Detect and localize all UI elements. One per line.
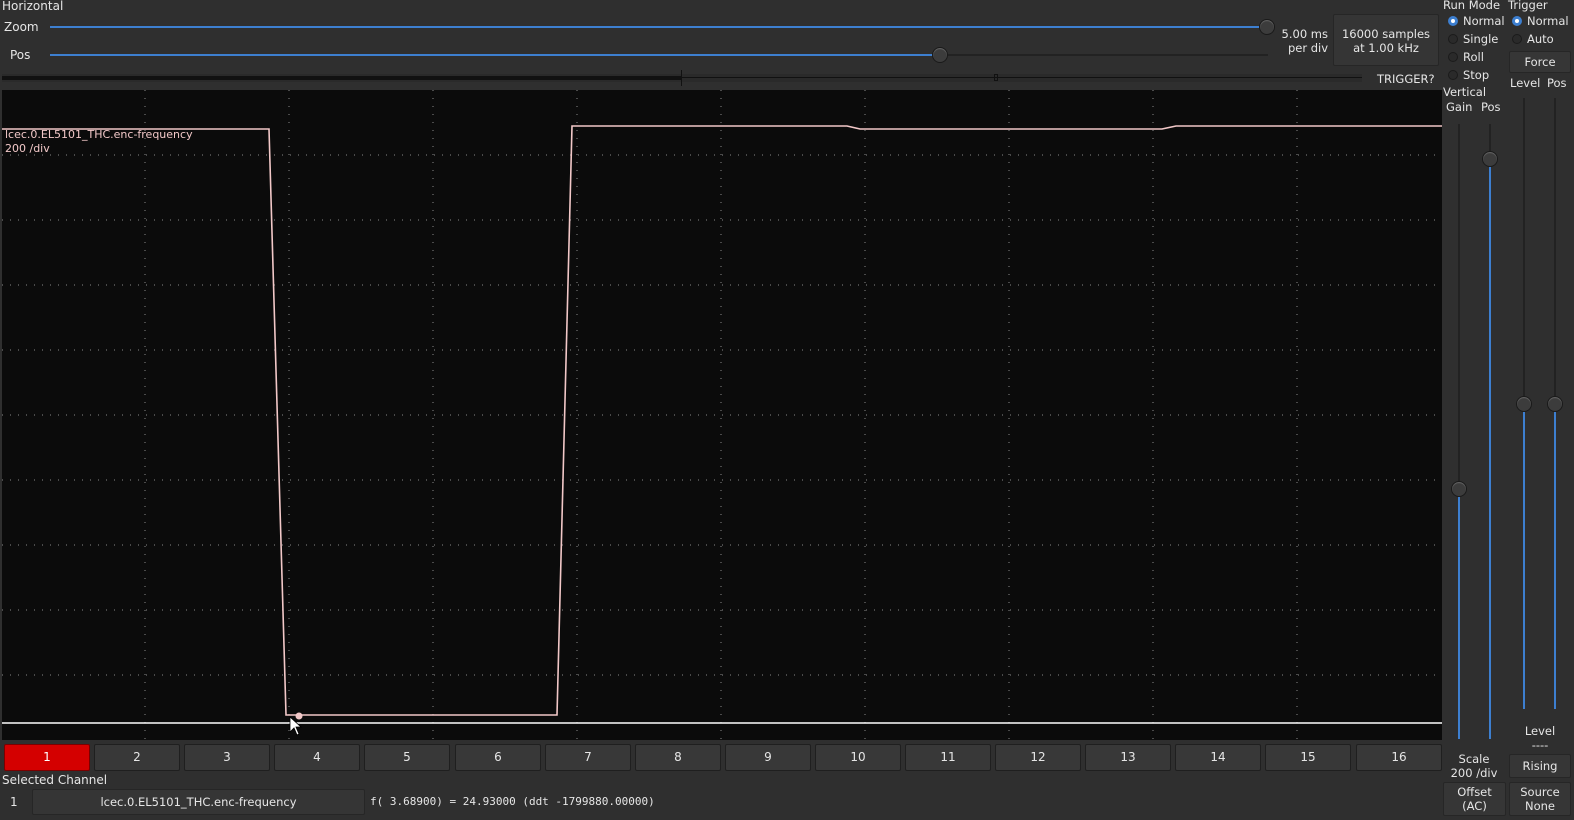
samples-count: 16000 samples xyxy=(1341,27,1431,41)
selected-channel-name-button[interactable]: lcec.0.EL5101_THC.enc-frequency xyxy=(32,789,365,815)
channel-button-4[interactable]: 4 xyxy=(274,744,360,771)
run-mode-roll-label: Roll xyxy=(1463,50,1484,64)
channel-button-11[interactable]: 11 xyxy=(905,744,991,771)
timebase-unit: per div xyxy=(1287,41,1328,55)
radio-icon xyxy=(1448,70,1458,80)
pos-slider-handle[interactable] xyxy=(932,47,948,63)
trigger-normal-label: Normal xyxy=(1527,14,1569,28)
radio-selected-icon xyxy=(1448,16,1458,26)
gain-slider-handle[interactable] xyxy=(1451,481,1467,497)
scale-value: 200 /div xyxy=(1450,766,1498,780)
channel-button-13[interactable]: 13 xyxy=(1085,744,1171,771)
trigger-mode-normal[interactable]: Normal xyxy=(1512,14,1569,28)
trigger-level-readout: Level ---- xyxy=(1509,724,1571,752)
record-overview-filled xyxy=(2,76,681,80)
pos-slider-track-rest[interactable] xyxy=(940,54,1268,56)
trigger-status: TRIGGER? xyxy=(1377,72,1435,86)
scope-channel-name: lcec.0.EL5101_THC.enc-frequency xyxy=(5,128,193,141)
trigger-title: Trigger xyxy=(1508,0,1548,12)
channel-1-trace xyxy=(2,125,1442,716)
zoom-slider-track[interactable] xyxy=(50,26,1268,28)
zoom-slider-handle[interactable] xyxy=(1259,19,1275,35)
run-mode-roll[interactable]: Roll xyxy=(1448,50,1484,64)
selected-channel-number: 1 xyxy=(10,795,18,809)
radio-icon xyxy=(1512,34,1522,44)
zoom-label: Zoom xyxy=(4,20,39,34)
radio-icon xyxy=(1448,34,1458,44)
channel-button-1[interactable]: 1 xyxy=(4,744,90,771)
channel-button-16[interactable]: 16 xyxy=(1356,744,1442,771)
trigger-mode-auto[interactable]: Auto xyxy=(1512,32,1554,46)
offset-label: Offset xyxy=(1457,785,1492,799)
scale-readout: Scale 200 /div xyxy=(1444,752,1504,780)
channel-button-8[interactable]: 8 xyxy=(635,744,721,771)
channel-button-15[interactable]: 15 xyxy=(1265,744,1351,771)
timebase-readout: 5.00 ms per div xyxy=(1276,27,1328,55)
cursor-marker xyxy=(295,712,303,720)
offset-value: (AC) xyxy=(1462,799,1487,813)
trigger-pos-label: Pos xyxy=(1547,76,1567,90)
record-trigger-marker xyxy=(681,70,682,86)
channel-button-5[interactable]: 5 xyxy=(364,744,450,771)
offset-button[interactable]: Offset (AC) xyxy=(1443,782,1506,816)
trigger-pos-track-upper[interactable] xyxy=(1554,98,1556,404)
force-button[interactable]: Force xyxy=(1509,51,1571,73)
run-mode-title: Run Mode xyxy=(1443,0,1501,12)
trigger-level-track-lower[interactable] xyxy=(1523,404,1525,709)
trigger-source-value: None xyxy=(1524,799,1555,813)
scope-plot xyxy=(2,90,1442,740)
vertical-pos-handle[interactable] xyxy=(1482,151,1498,167)
channel-button-10[interactable]: 10 xyxy=(815,744,901,771)
mouse-pointer-icon xyxy=(289,716,303,736)
run-mode-single[interactable]: Single xyxy=(1448,32,1498,46)
horizontal-title: Horizontal xyxy=(2,0,64,13)
channel-button-9[interactable]: 9 xyxy=(725,744,811,771)
radio-icon xyxy=(1448,52,1458,62)
scope-channel-scale: 200 /div xyxy=(5,142,50,155)
cursor-readout: f( 3.68900) = 24.93000 (ddt -1799880.000… xyxy=(370,795,655,808)
channel-button-3[interactable]: 3 xyxy=(184,744,270,771)
gain-slider-track-upper[interactable] xyxy=(1458,124,1460,489)
channel-button-14[interactable]: 14 xyxy=(1175,744,1261,771)
record-overview-line xyxy=(682,77,1362,78)
record-overview-bar[interactable] xyxy=(2,70,1362,86)
scope-grid xyxy=(2,90,1442,740)
record-view-window[interactable] xyxy=(994,74,998,81)
radio-selected-icon xyxy=(1512,16,1522,26)
vertical-pos-track-lower[interactable] xyxy=(1489,159,1491,739)
trigger-level-handle[interactable] xyxy=(1516,396,1532,412)
sample-rate: at 1.00 kHz xyxy=(1353,41,1419,55)
trigger-pos-track-lower[interactable] xyxy=(1554,404,1556,709)
selected-channel-title: Selected Channel xyxy=(2,773,108,787)
trigger-pos-handle[interactable] xyxy=(1547,396,1563,412)
samples-info-box: 16000 samples at 1.00 kHz xyxy=(1333,14,1439,66)
gain-slider-track-lower[interactable] xyxy=(1458,489,1460,739)
run-mode-single-label: Single xyxy=(1463,32,1499,46)
vertical-pos-label: Pos xyxy=(1481,100,1501,114)
channel-button-6[interactable]: 6 xyxy=(455,744,541,771)
run-mode-stop[interactable]: Stop xyxy=(1448,68,1489,82)
channel-button-2[interactable]: 2 xyxy=(94,744,180,771)
pos-slider-track-active[interactable] xyxy=(50,54,940,56)
run-mode-normal-label: Normal xyxy=(1463,14,1505,28)
timebase-value: 5.00 ms xyxy=(1281,27,1328,41)
run-mode-normal[interactable]: Normal xyxy=(1448,14,1505,28)
run-mode-stop-label: Stop xyxy=(1463,68,1490,82)
vertical-title: Vertical xyxy=(1443,85,1487,99)
trigger-level-label: Level xyxy=(1510,76,1541,90)
scope-display[interactable]: lcec.0.EL5101_THC.enc-frequency 200 /div xyxy=(2,90,1442,740)
scale-label: Scale xyxy=(1458,752,1490,766)
channel-button-7[interactable]: 7 xyxy=(545,744,631,771)
trigger-level-track-upper[interactable] xyxy=(1523,98,1525,404)
trigger-level-title: Level xyxy=(1524,724,1556,738)
gain-label: Gain xyxy=(1446,100,1473,114)
trigger-edge-button[interactable]: Rising xyxy=(1509,754,1571,778)
pos-label: Pos xyxy=(10,48,31,62)
trigger-level-value: ---- xyxy=(1531,738,1549,752)
trigger-source-button[interactable]: Source None xyxy=(1509,782,1571,816)
trigger-auto-label: Auto xyxy=(1527,32,1554,46)
channel-button-12[interactable]: 12 xyxy=(995,744,1081,771)
trigger-source-label: Source xyxy=(1520,785,1560,799)
